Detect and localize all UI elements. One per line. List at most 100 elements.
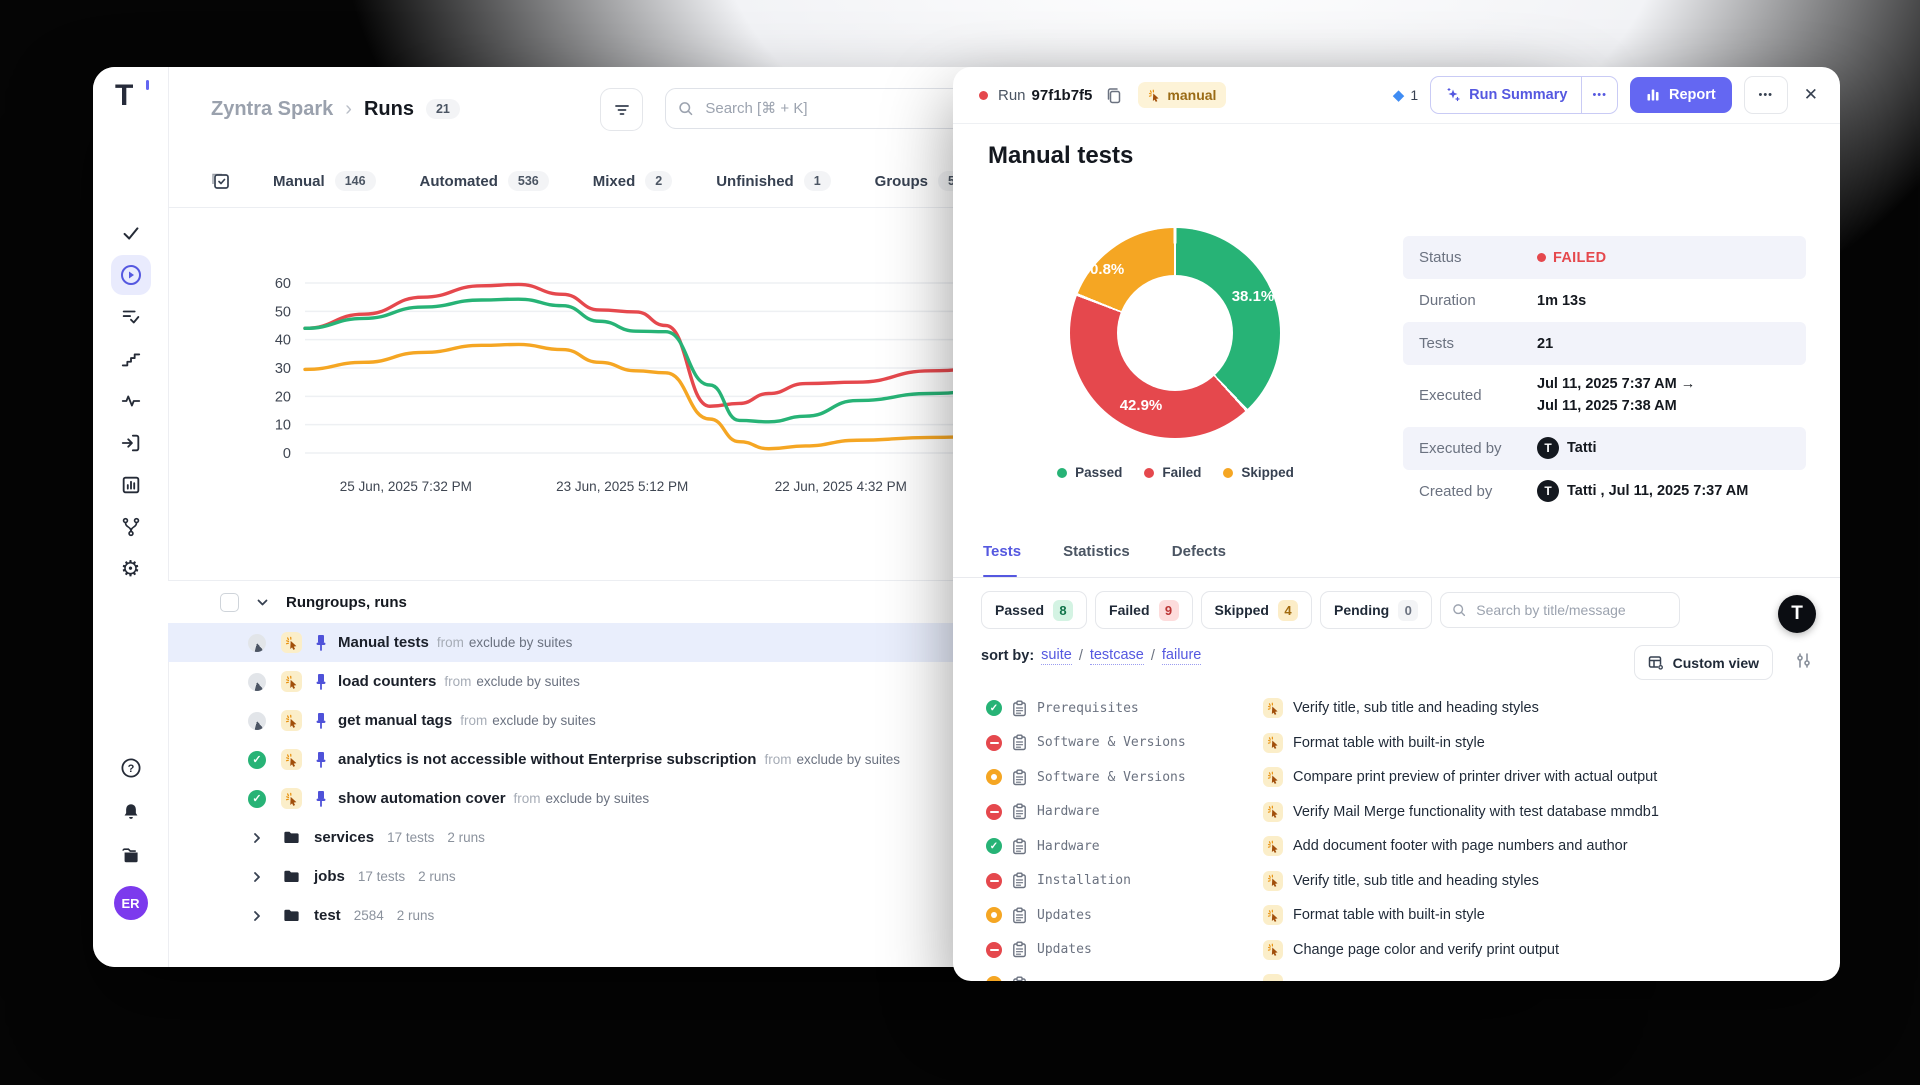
run-source: exclude by suites: [492, 713, 596, 728]
executed-range-value: Jul 11, 2025 7:37 AM → Jul 11, 2025 7:38…: [1537, 374, 1695, 418]
suite-name: Hardware: [1037, 839, 1100, 854]
test-search[interactable]: [1440, 592, 1680, 628]
filter-chip[interactable]: Failed 9: [1095, 591, 1192, 629]
bar-chart-icon: [120, 474, 142, 496]
breadcrumb-project[interactable]: Zyntra Spark: [211, 98, 333, 121]
info-row-executed: Executed Jul 11, 2025 7:37 AM → Jul 11, …: [1403, 365, 1806, 427]
test-row[interactable]: Updates Change page color and verify pri…: [953, 933, 1840, 968]
tab-label: Unfinished: [716, 173, 794, 190]
copy-icon[interactable]: [1106, 87, 1122, 104]
report-button[interactable]: Report: [1630, 77, 1732, 113]
chevron-right-icon[interactable]: [250, 909, 266, 923]
sidebar-item-branches[interactable]: [111, 507, 151, 547]
run-title: load counters: [338, 673, 436, 690]
more-actions-button[interactable]: •••: [1744, 76, 1788, 114]
gear-icon: ⚙: [121, 558, 141, 580]
sidebar-item-plans[interactable]: [111, 297, 151, 337]
sidebar-item-notifications[interactable]: [111, 792, 151, 832]
test-row[interactable]: Hardware Verify Mail Merge functionality…: [953, 795, 1840, 830]
test-title: Add document footer with page numbers an…: [1293, 838, 1628, 854]
filter-button[interactable]: [600, 88, 643, 131]
donut-skipped-label: 30.8%: [1058, 261, 1148, 278]
sidebar-item-milestones[interactable]: [111, 339, 151, 379]
test-row[interactable]: Software & Versions Format table with bu…: [953, 726, 1840, 761]
custom-view-button[interactable]: Custom view: [1634, 645, 1773, 680]
chip-count: 8: [1053, 600, 1073, 621]
run-type-tab[interactable]: Mixed 2: [593, 171, 672, 191]
close-icon[interactable]: ✕: [1804, 85, 1818, 105]
select-all-icon[interactable]: [211, 171, 231, 191]
sidebar-item-help[interactable]: ?: [111, 748, 151, 788]
chip-label: Failed: [1109, 602, 1149, 618]
search-icon: [1452, 602, 1466, 618]
filter-chip[interactable]: Pending 0: [1320, 591, 1432, 629]
svg-text:23 Jun, 2025 5:12 PM: 23 Jun, 2025 5:12 PM: [556, 479, 688, 494]
sidebar-item-settings[interactable]: ⚙: [111, 549, 151, 589]
brand-logo-badge[interactable]: T: [1778, 595, 1816, 633]
result-filters: Passed 8 Failed 9 Skipped 4 Pending: [981, 591, 1680, 629]
detail-tab[interactable]: Tests: [983, 537, 1021, 577]
donut-legend-item: Skipped: [1223, 465, 1294, 480]
detail-tab[interactable]: Statistics: [1063, 537, 1130, 577]
sort-option-link[interactable]: testcase: [1090, 647, 1144, 665]
svg-text:0: 0: [283, 446, 291, 462]
filter-chip[interactable]: Passed 8: [981, 591, 1087, 629]
import-icon: [120, 432, 142, 454]
svg-text:25 Jun, 2025 7:32 PM: 25 Jun, 2025 7:32 PM: [340, 479, 472, 494]
manual-cursor-icon: [281, 749, 302, 770]
diamond-icon[interactable]: ◆: [1393, 86, 1405, 104]
tab-label: Automated: [420, 173, 498, 190]
detail-tab[interactable]: Defects: [1172, 537, 1226, 577]
info-label: Duration: [1419, 292, 1537, 309]
run-summary-button[interactable]: Run Summary: [1431, 77, 1581, 113]
test-row[interactable]: Installation Verify title, sub title and…: [953, 864, 1840, 899]
chip-label: Skipped: [1215, 602, 1269, 618]
chevron-down-icon[interactable]: [255, 595, 270, 610]
global-search[interactable]: [665, 88, 996, 129]
user-avatar[interactable]: ER: [114, 886, 148, 920]
run-type-tab[interactable]: Manual 146: [273, 171, 376, 191]
executed-by-value: Tatti: [1567, 440, 1597, 456]
folder-icon: [120, 845, 142, 867]
test-row[interactable]: Updates Format table with built-in style: [953, 898, 1840, 933]
run-type-tab[interactable]: Unfinished 1: [716, 171, 830, 191]
sort-option-link[interactable]: suite: [1041, 647, 1072, 665]
app-logo[interactable]: T: [115, 79, 147, 113]
filter-chip[interactable]: Skipped 4: [1201, 591, 1312, 629]
clipboard-icon: [1012, 734, 1027, 751]
chevron-right-icon[interactable]: [250, 870, 266, 884]
clipboard-icon: [1012, 838, 1027, 855]
info-label: Created by: [1419, 483, 1537, 500]
stairs-icon: [120, 348, 142, 370]
sidebar-item-projects[interactable]: [111, 836, 151, 876]
view-settings-icon[interactable]: [1795, 652, 1812, 669]
manual-cursor-icon: [1263, 802, 1283, 822]
search-input[interactable]: [703, 99, 983, 118]
chevron-right-icon[interactable]: [250, 831, 266, 845]
sidebar-item-import[interactable]: [111, 423, 151, 463]
sidebar-item-runs[interactable]: [111, 255, 151, 295]
test-search-input[interactable]: [1474, 601, 1668, 619]
test-row[interactable]: Hardware Add document footer with page n…: [953, 829, 1840, 864]
manual-cursor-icon: [1148, 89, 1161, 102]
run-type-tab[interactable]: Groups 5: [875, 171, 965, 191]
test-status-icon: [986, 700, 1002, 716]
folder-tests-count: 2584: [354, 908, 384, 923]
manual-cursor-icon: [1263, 733, 1283, 753]
sidebar-item-tests[interactable]: [111, 213, 151, 253]
sort-option-link[interactable]: failure: [1162, 647, 1202, 665]
folder-runs-count: 2 runs: [397, 908, 435, 923]
legend-dot: [1144, 468, 1154, 478]
help-icon: ?: [119, 756, 143, 780]
sidebar-item-analytics[interactable]: [111, 465, 151, 505]
pulse-icon: [120, 390, 142, 412]
select-all-checkbox[interactable]: [220, 593, 239, 612]
run-type-tab[interactable]: Automated 536: [420, 171, 549, 191]
sidebar-item-activity[interactable]: [111, 381, 151, 421]
run-summary-more-button[interactable]: •••: [1581, 77, 1617, 113]
run-status-icon: [248, 673, 266, 691]
test-row[interactable]: Software & Versions Compare print previe…: [953, 760, 1840, 795]
tests-count-value: 21: [1537, 336, 1553, 352]
pin-icon: [315, 673, 327, 691]
test-row[interactable]: Prerequisites Verify title, sub title an…: [953, 691, 1840, 726]
